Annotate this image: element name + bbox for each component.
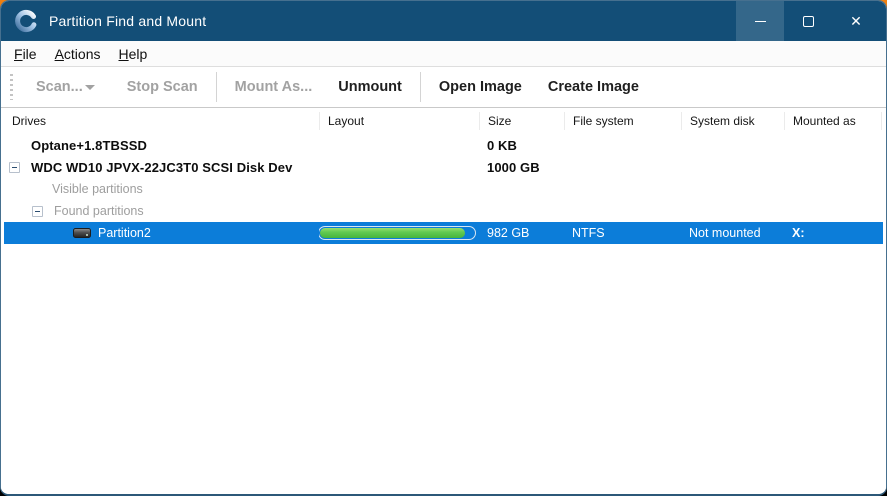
toolbar-separator [419,72,421,102]
collapse-icon[interactable] [32,205,43,217]
partition-layout-bar [319,226,476,240]
list-header: Drives Layout Size File system System di… [4,108,883,134]
drive-name: Optane+1.8TBSSD [31,137,148,153]
size-value: 0 KB [487,137,518,153]
maximize-button[interactable] [784,1,832,41]
group-label: Found partitions [54,204,144,218]
size-value: 982 GB [487,226,530,240]
unmount-button[interactable]: Unmount [325,71,415,103]
titlebar: Partition Find and Mount ✕ [1,1,886,41]
system-disk-value: Not mounted [689,226,761,240]
minimize-button[interactable] [736,1,784,41]
partition-name: Partition2 [98,226,151,240]
minimize-icon [754,20,766,22]
close-button[interactable]: ✕ [832,1,880,41]
size-value: 1000 GB [487,159,540,175]
layout-cell [319,156,479,178]
window-title: Partition Find and Mount [49,13,207,29]
column-header-layout[interactable]: Layout [319,112,479,130]
table-row-wdc-disk[interactable]: WDC WD10 JPVX-22JC3T0 SCSI Disk Dev 1000… [4,156,883,178]
window-controls: ✕ [736,1,880,41]
app-logo-icon [15,9,37,33]
column-header-drives[interactable]: Drives [4,112,319,130]
table-row-optane[interactable]: Optane+1.8TBSSD 0 KB [4,134,883,156]
table-row-found-partitions[interactable]: Found partitions [4,200,883,222]
mounted-as-value: X: [792,226,805,240]
menu-actions[interactable]: Actions [46,44,110,64]
hard-drive-icon [73,228,91,238]
column-header-file-system[interactable]: File system [564,112,681,130]
scan-dropdown-caret-icon[interactable] [84,84,95,90]
create-image-button[interactable]: Create Image [535,71,652,103]
partition-layout-bar-fill [320,228,465,238]
column-header-filler [881,112,883,130]
drive-name: WDC WD10 JPVX-22JC3T0 SCSI Disk Dev [31,159,293,175]
column-header-system-disk[interactable]: System disk [681,112,784,130]
toolbar-separator [215,72,217,102]
close-icon: ✕ [850,13,862,29]
app-window: Partition Find and Mount ✕ File Actions … [0,0,887,496]
mount-as-button[interactable]: Mount As... [222,71,326,103]
toolbar: Scan... Stop Scan Mount As... Unmount Op… [1,66,886,108]
menubar: File Actions Help [1,41,886,66]
open-image-button[interactable]: Open Image [426,71,535,103]
table-row-visible-partitions[interactable]: Visible partitions [4,178,883,200]
toolbar-gripper-icon[interactable] [10,74,13,100]
file-system-value: NTFS [572,226,605,240]
drive-list: Drives Layout Size File system System di… [1,108,886,494]
scan-button[interactable]: Scan... [23,71,114,103]
scan-button-label: Scan... [36,79,83,95]
column-header-mounted-as[interactable]: Mounted as [784,112,881,130]
group-label: Visible partitions [52,182,143,196]
layout-cell [319,134,479,156]
stop-scan-button[interactable]: Stop Scan [114,71,211,103]
menu-file[interactable]: File [5,44,46,64]
maximize-icon [802,15,814,27]
collapse-icon[interactable] [9,161,20,173]
menu-help[interactable]: Help [110,44,157,64]
column-header-size[interactable]: Size [479,112,564,130]
table-row-partition2[interactable]: Partition2 982 GB NTFS Not mounted X: [4,222,883,244]
